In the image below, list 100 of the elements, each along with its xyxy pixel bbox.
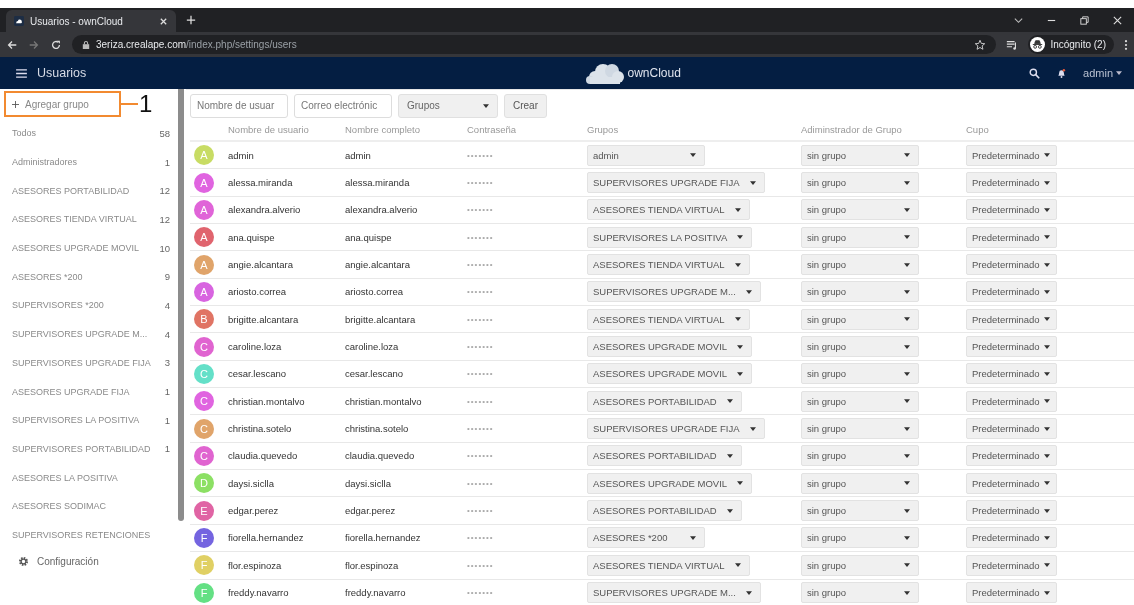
add-group-button[interactable]: Agregar grupo (4, 91, 121, 117)
email-field[interactable]: Correo electrónic (294, 93, 392, 118)
quota-select[interactable]: Predeterminado (966, 254, 1057, 276)
caret-icon (1043, 426, 1050, 431)
quota-select[interactable]: Predeterminado (966, 390, 1057, 412)
groups-select[interactable]: SUPERVISORES UPGRADE FIJA (587, 172, 765, 193)
reload-icon[interactable] (50, 38, 62, 51)
restore-icon[interactable] (1079, 14, 1090, 26)
quota-select[interactable]: Predeterminado (966, 172, 1057, 193)
group-admin-select[interactable]: sin grupo (801, 500, 919, 522)
group-item[interactable]: SUPERVISORES LA POSITIVA 1 (0, 405, 178, 435)
groups-select[interactable]: SUPERVISORES LA POSITIVA (587, 226, 753, 248)
quota-select[interactable]: Predeterminado (966, 281, 1057, 303)
group-admin-select[interactable]: sin grupo (801, 390, 919, 412)
group-item[interactable]: ASESORES *200 9 (0, 262, 178, 292)
close-icon[interactable] (1112, 14, 1123, 26)
groups-select[interactable]: ASESORES PORTABILIDAD (587, 500, 742, 522)
groups-select[interactable]: ASESORES TIENDA VIRTUAL (587, 308, 750, 330)
search-icon[interactable] (1029, 67, 1041, 79)
group-admin-select[interactable]: sin grupo (801, 472, 919, 494)
group-admin-select[interactable]: sin grupo (801, 172, 919, 193)
group-admin-select[interactable]: sin grupo (801, 254, 919, 276)
password-cell-text: ••••••• (467, 287, 495, 297)
groups-select[interactable]: ASESORES PORTABILIDAD (587, 390, 742, 412)
caret-icon (904, 153, 910, 158)
quota-select[interactable]: Predeterminado (966, 226, 1057, 248)
quota-select[interactable]: Predeterminado (966, 336, 1057, 358)
settings-button[interactable]: Configuración (0, 549, 186, 575)
groups-select[interactable]: ASESORES *200 (587, 527, 705, 549)
username-field[interactable]: Nombre de usuar (190, 93, 288, 118)
groups-select[interactable]: ASESORES TIENDA VIRTUAL (587, 254, 750, 276)
groups-select[interactable]: ASESORES TIENDA VIRTUAL (587, 199, 750, 221)
quota-select[interactable]: Predeterminado (966, 472, 1057, 494)
group-name: ASESORES LA POSITIVA (12, 472, 119, 483)
groups-dropdown[interactable]: Grupos (398, 93, 498, 118)
group-item[interactable]: ASESORES UPGRADE MOVIL 10 (0, 233, 178, 263)
group-name: Todos (12, 128, 38, 139)
quota-select[interactable]: Predeterminado (966, 418, 1057, 440)
group-admin-select[interactable]: sin grupo (801, 308, 919, 330)
browser-tab[interactable]: Usuarios - ownCloud (6, 10, 176, 32)
group-admin-select[interactable]: sin grupo (801, 336, 919, 358)
caret-icon (904, 399, 910, 404)
group-item[interactable]: SUPERVISORES RETENCIONES (0, 520, 178, 550)
group-item[interactable]: ASESORES LA POSITIVA (0, 463, 178, 492)
user-menu[interactable]: admin (1083, 67, 1122, 79)
group-item[interactable]: ASESORES PORTABILIDAD 12 (0, 176, 178, 206)
caret-icon (690, 153, 696, 158)
group-admin-select[interactable]: sin grupo (801, 363, 919, 385)
quota-select[interactable]: Predeterminado (966, 582, 1057, 604)
back-arrow-icon[interactable] (6, 38, 18, 51)
group-admin-select[interactable]: sin grupo (801, 199, 919, 221)
password-cell-text: ••••••• (467, 424, 495, 434)
group-admin-select[interactable]: sin grupo (801, 582, 919, 604)
groups-select[interactable]: admin (587, 144, 705, 166)
groups-select[interactable]: SUPERVISORES UPGRADE M... (587, 281, 761, 303)
group-admin-select[interactable]: sin grupo (801, 281, 919, 303)
quota-select[interactable]: Predeterminado (966, 199, 1057, 221)
group-item[interactable]: ASESORES SODIMAC (0, 491, 178, 521)
groups-select[interactable]: ASESORES PORTABILIDAD (587, 445, 742, 467)
groups-select[interactable]: ASESORES TIENDA VIRTUAL (587, 554, 750, 576)
scrollbar[interactable] (178, 89, 184, 521)
menu-icon[interactable] (16, 68, 27, 78)
quota-select[interactable]: Predeterminado (966, 500, 1057, 522)
address-bar[interactable]: 3eriza.crealape.com/index.php/settings/users (72, 35, 997, 54)
quota-select[interactable]: Predeterminado (966, 554, 1057, 576)
caret-icon (904, 180, 910, 185)
quota-select[interactable]: Predeterminado (966, 144, 1057, 166)
bell-icon[interactable] (1056, 67, 1068, 79)
groups-select[interactable]: ASESORES UPGRADE MOVIL (587, 472, 753, 494)
group-item[interactable]: SUPERVISORES UPGRADE M... 4 (0, 319, 178, 349)
quota-select[interactable]: Predeterminado (966, 363, 1057, 385)
group-item[interactable]: SUPERVISORES PORTABILIDAD 1 (0, 434, 178, 464)
groups-select[interactable]: SUPERVISORES UPGRADE FIJA (587, 418, 765, 440)
group-admin-select[interactable]: sin grupo (801, 418, 919, 440)
group-admin-select[interactable]: sin grupo (801, 226, 919, 248)
group-admin-select[interactable]: sin grupo (801, 445, 919, 467)
groups-select[interactable]: SUPERVISORES UPGRADE M... (587, 582, 761, 604)
create-button[interactable]: Crear (504, 93, 547, 118)
group-item[interactable]: SUPERVISORES UPGRADE FIJA 3 (0, 348, 178, 378)
groups-select[interactable]: ASESORES UPGRADE MOVIL (587, 363, 753, 385)
group-admin-select[interactable]: sin grupo (801, 527, 919, 549)
group-item[interactable]: ASESORES TIENDA VIRTUAL 12 (0, 205, 178, 234)
profile-button[interactable]: Incógnito (2) (1028, 35, 1114, 54)
group-item[interactable]: SUPERVISORES *200 4 (0, 291, 178, 320)
star-icon[interactable] (974, 38, 987, 51)
new-tab-icon[interactable] (186, 15, 196, 25)
quota-select[interactable]: Predeterminado (966, 527, 1057, 549)
reading-list-icon[interactable] (1006, 38, 1019, 51)
quota-select[interactable]: Predeterminado (966, 445, 1057, 467)
group-item[interactable]: Administradores 1 (0, 147, 178, 177)
group-admin-select[interactable]: sin grupo (801, 144, 919, 166)
group-admin-select[interactable]: sin grupo (801, 554, 919, 576)
quota-select[interactable]: Predeterminado (966, 308, 1057, 330)
username-cell-text: admin (228, 149, 255, 161)
groups-select[interactable]: ASESORES UPGRADE MOVIL (587, 336, 753, 358)
group-item[interactable]: ASESORES UPGRADE FIJA 1 (0, 377, 178, 406)
close-icon[interactable] (159, 16, 168, 26)
forward-arrow-icon[interactable] (28, 38, 40, 51)
more-icon[interactable] (1124, 38, 1128, 51)
group-item[interactable]: Todos 58 (0, 119, 178, 148)
